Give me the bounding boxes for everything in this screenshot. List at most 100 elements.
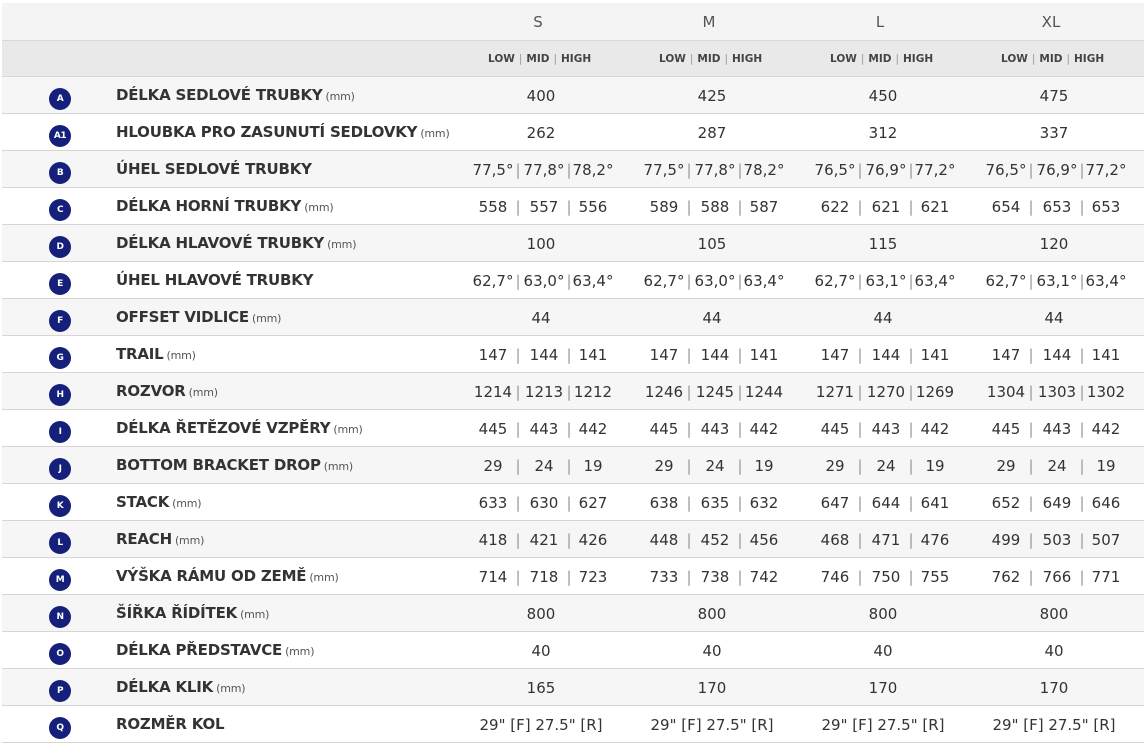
row-unit: (mm) <box>323 460 353 473</box>
row-unit: (mm) <box>251 312 282 325</box>
geometry-table: S M L XL LOW | MID | HIGH LOW | MID | HIGH LOW | MID | HI… <box>0 0 1146 743</box>
value-cell: 29" [F] 27.5" [R] <box>650 716 774 734</box>
value-cell: 800 <box>868 605 898 623</box>
separator: | <box>515 383 521 401</box>
value-cell: 76,9° <box>1036 161 1078 179</box>
row-unit: (mm) <box>304 201 334 214</box>
separator: | <box>1079 346 1085 364</box>
separator: | <box>1028 420 1034 438</box>
value-cell: 445 <box>478 420 508 438</box>
value-cell: 63,4° <box>914 272 956 290</box>
value-cell: 78,2° <box>743 161 785 179</box>
value-cell: 557 <box>529 198 559 216</box>
separator: | <box>686 383 692 401</box>
value-cell: 63,0° <box>694 272 736 290</box>
sub-header-mid: MID <box>1039 53 1063 65</box>
table-row: N ŠÍŘKA ŘÍDÍTEK (mm) 800 800 800 800 <box>2 595 1144 632</box>
table-row: M VÝŠKA RÁMU OD ZEMĚ (mm) 714 718 723 | | 733 738… <box>2 558 1144 595</box>
separator: | <box>686 346 692 364</box>
value-cell: 442 <box>1091 420 1121 438</box>
separator: | <box>1028 198 1034 216</box>
row-unit: (mm) <box>216 682 246 695</box>
value-cell: 19 <box>754 457 774 475</box>
row-badge: B <box>49 162 71 184</box>
separator: | <box>908 272 914 290</box>
value-cell: 1270 <box>866 383 906 401</box>
separator: | <box>857 346 863 364</box>
separator: | <box>737 161 743 179</box>
table-row: I DÉLKA ŘETĚZOVÉ VZPĚRY (mm) 445 443 442 | | 445… <box>2 410 1144 447</box>
separator: | <box>1031 53 1036 65</box>
value-cell: 556 <box>578 198 608 216</box>
value-cell: 1302 <box>1086 383 1126 401</box>
value-cell: 76,5° <box>985 161 1027 179</box>
value-cell: 312 <box>868 124 898 142</box>
value-cell: 262 <box>526 124 556 142</box>
row-label-text: DÉLKA HLAVOVÉ TRUBKY <box>116 234 325 252</box>
value-cell: 1245 <box>695 383 735 401</box>
value-cell: 63,0° <box>523 272 565 290</box>
table-row: K STACK (mm) 633 630 627 | | 638 635 632 | | 647 644 64… <box>2 484 1144 521</box>
separator: | <box>908 457 914 475</box>
value-cell: 337 <box>1039 124 1069 142</box>
value-cell: 63,4° <box>1085 272 1127 290</box>
row-badge: J <box>49 458 71 480</box>
row-badge: N <box>49 606 71 628</box>
value-cell: 507 <box>1091 531 1121 549</box>
sub-header-group: LOW | MID | HIGH <box>1001 53 1104 65</box>
separator: | <box>857 531 863 549</box>
separator: | <box>737 272 743 290</box>
value-cell: 653 <box>1042 198 1072 216</box>
row-label: ROZVOR (mm) <box>116 382 218 400</box>
row-unit: (mm) <box>166 349 196 362</box>
row-label-text: REACH <box>116 530 172 548</box>
table-row: P DÉLKA KLIK (mm) 165 170 170 170 <box>2 669 1144 706</box>
value-cell: 421 <box>529 531 559 549</box>
value-cell: 29" [F] 27.5" [R] <box>821 716 945 734</box>
value-cell: 452 <box>700 531 730 549</box>
separator: | <box>515 161 521 179</box>
row-label-text: TRAIL <box>116 345 164 363</box>
row-badge: Q <box>49 717 71 739</box>
value-cell: 442 <box>749 420 779 438</box>
separator: | <box>908 568 914 586</box>
row-label-text: DÉLKA PŘEDSTAVCE <box>116 641 283 659</box>
row-label-text: ÚHEL HLAVOVÉ TRUBKY <box>116 271 314 289</box>
separator: | <box>515 272 521 290</box>
value-cell: 62,7° <box>643 272 685 290</box>
value-cell: 77,5° <box>643 161 685 179</box>
row-unit: (mm) <box>325 90 355 103</box>
value-cell: 630 <box>529 494 559 512</box>
value-cell: 77,8° <box>523 161 565 179</box>
value-cell: 44 <box>873 309 893 327</box>
table-row: C DÉLKA HORNÍ TRUBKY (mm) 558 557 556 | | 589 588… <box>2 188 1144 225</box>
separator: | <box>566 383 572 401</box>
value-cell: 40 <box>1044 642 1064 660</box>
separator: | <box>908 346 914 364</box>
value-cell: 77,2° <box>914 161 956 179</box>
value-cell: 287 <box>697 124 727 142</box>
value-cell: 19 <box>583 457 603 475</box>
value-cell: 476 <box>920 531 950 549</box>
value-cell: 442 <box>920 420 950 438</box>
separator: | <box>518 53 523 65</box>
separator: | <box>737 531 743 549</box>
separator: | <box>566 457 572 475</box>
sub-header-low: LOW <box>830 53 857 65</box>
value-cell: 1246 <box>644 383 684 401</box>
value-cell: 638 <box>649 494 679 512</box>
value-cell: 29 <box>996 457 1016 475</box>
value-cell: 24 <box>705 457 725 475</box>
row-label: DÉLKA KLIK (mm) <box>116 678 246 696</box>
separator: | <box>566 161 572 179</box>
row-label: HLOUBKA PRO ZASUNUTÍ SEDLOVKY (mm) <box>116 123 450 141</box>
separator: | <box>686 161 692 179</box>
value-cell: 738 <box>700 568 730 586</box>
value-cell: 647 <box>820 494 850 512</box>
separator: | <box>860 53 865 65</box>
size-label-l: L <box>875 13 885 31</box>
value-cell: 621 <box>871 198 901 216</box>
row-label: TRAIL (mm) <box>116 345 196 363</box>
value-cell: 141 <box>749 346 779 364</box>
row-badge: L <box>49 532 71 554</box>
